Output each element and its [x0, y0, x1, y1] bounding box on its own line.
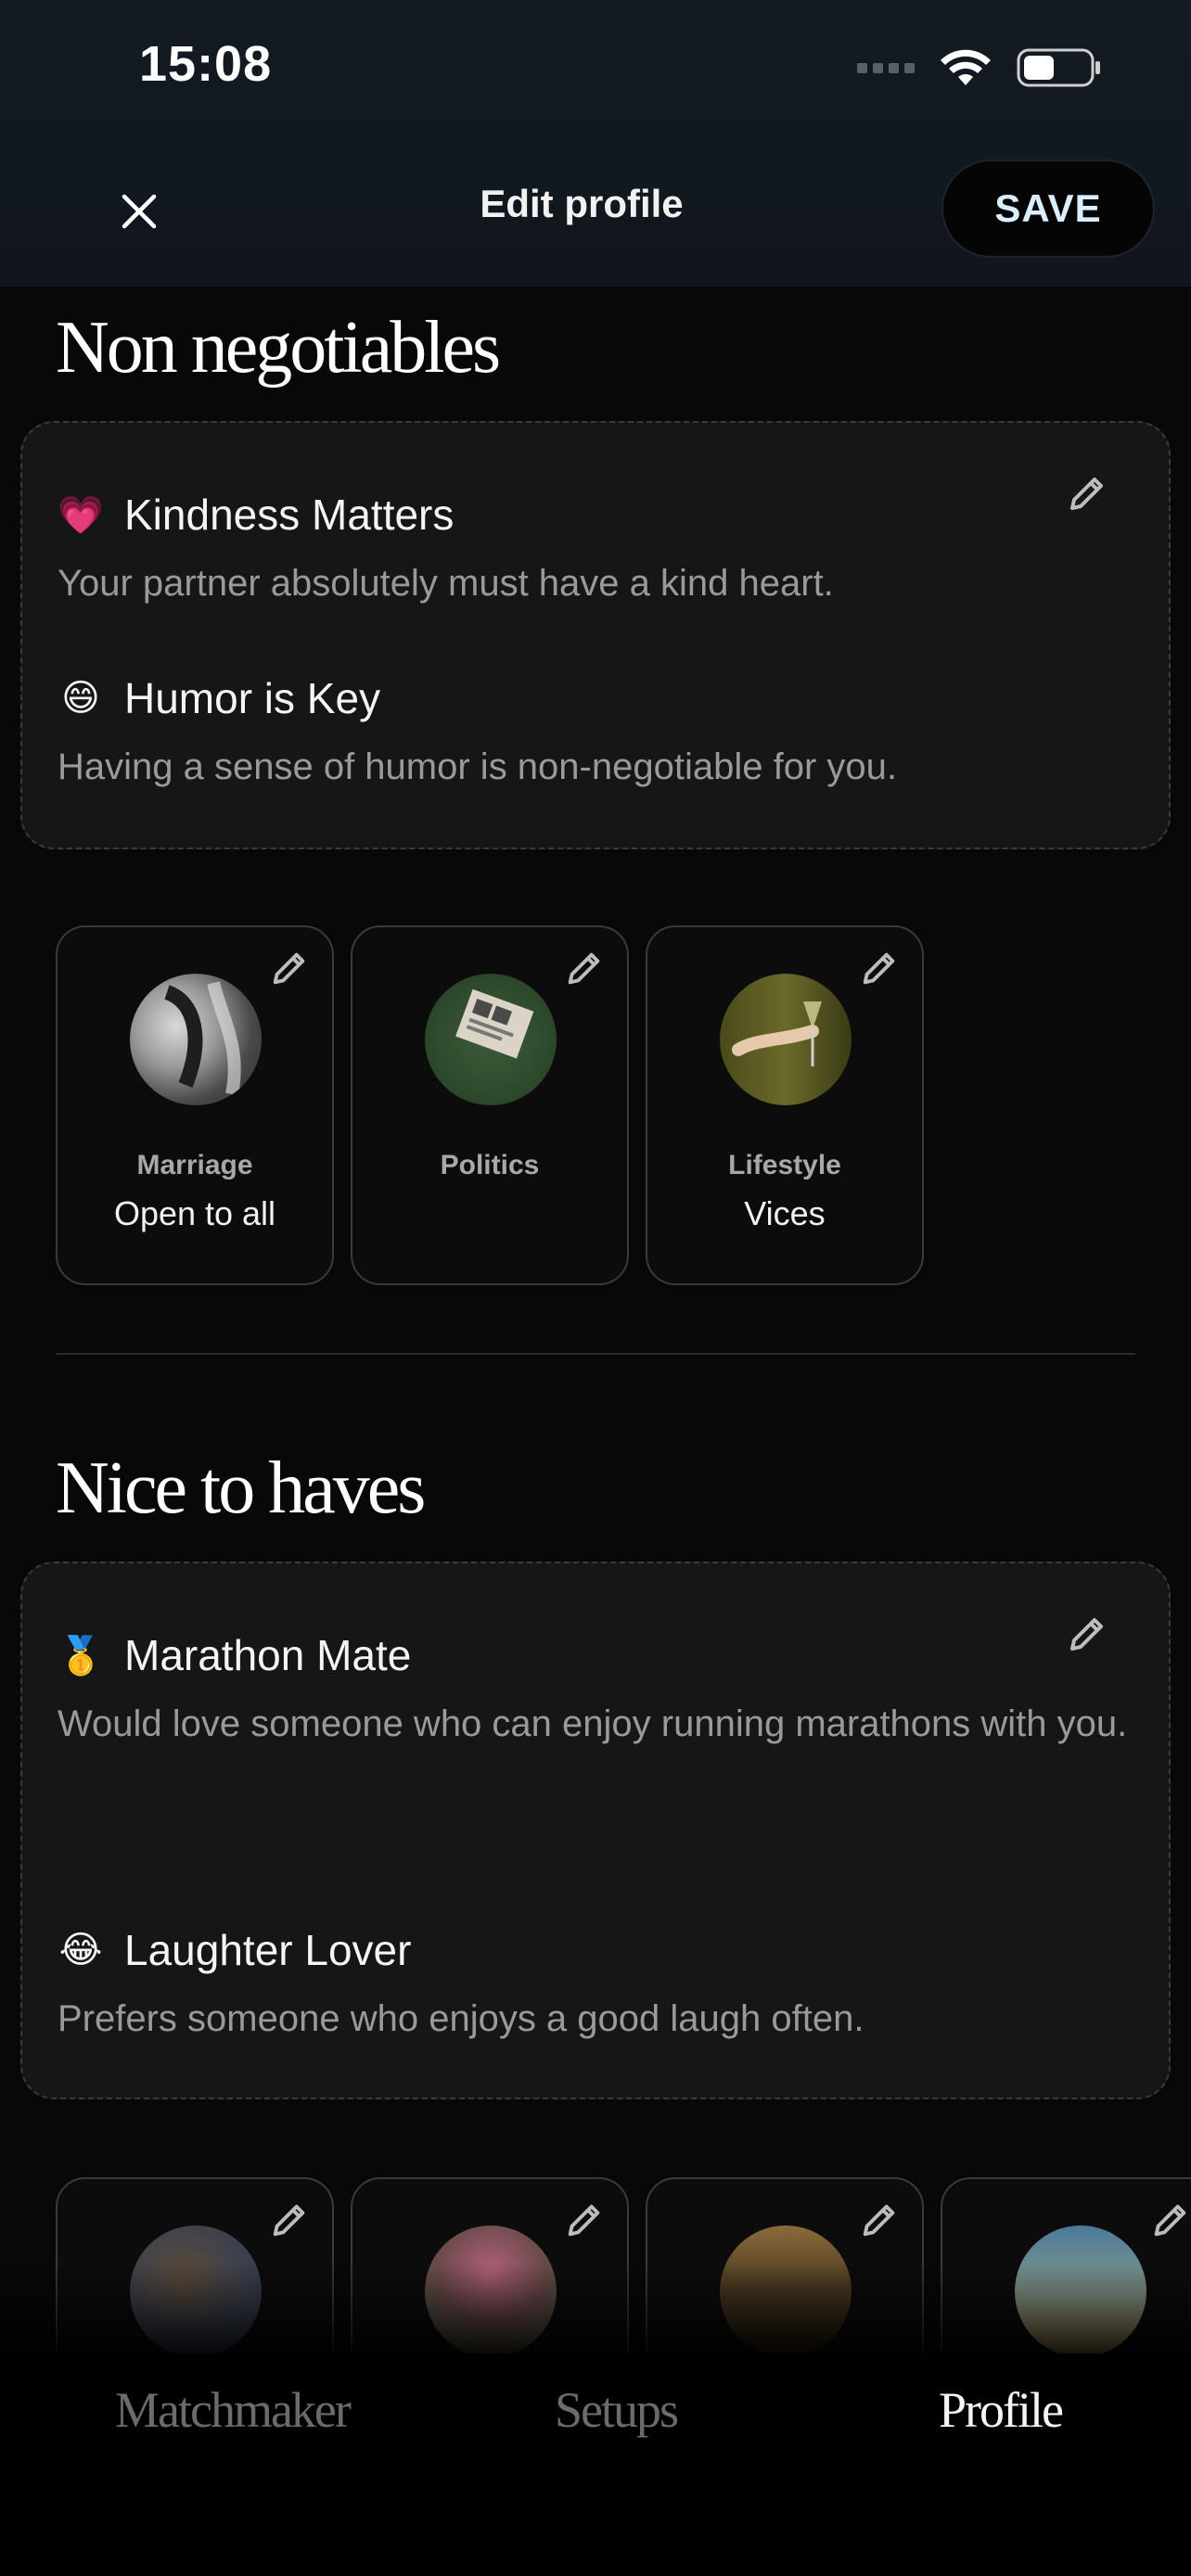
list-item: 🥇 Marathon Mate Would love someone who ca…: [58, 1630, 1132, 1751]
item-description: Would love someone who can enjoy running…: [58, 1703, 1128, 1744]
tile-politics[interactable]: Politics: [351, 925, 629, 1285]
item-title: Kindness Matters: [124, 491, 455, 539]
list-item: 💗 Kindness Matters Your partner absolutel…: [58, 490, 1132, 610]
item-title: Laughter Lover: [124, 1926, 412, 1974]
tile-marriage[interactable]: Marriage Open to all: [56, 925, 334, 1285]
tab-matchmaker[interactable]: Matchmaker: [115, 2381, 352, 2439]
heart-emoji-icon: 💗: [58, 494, 104, 536]
section-divider: [56, 1353, 1135, 1355]
item-title: Humor is Key: [124, 674, 381, 722]
nice-to-haves-heading: Nice to haves: [56, 1447, 426, 1529]
nice-to-haves-card: 🥇 Marathon Mate Would love someone who ca…: [20, 1562, 1171, 2099]
tab-profile[interactable]: Profile: [939, 2381, 1064, 2439]
pencil-icon[interactable]: [263, 2194, 315, 2246]
item-title: Marathon Mate: [124, 1631, 412, 1679]
non-negotiables-card: 💗 Kindness Matters Your partner absolutel…: [20, 421, 1171, 849]
pencil-icon[interactable]: [558, 2194, 610, 2246]
pencil-icon[interactable]: [263, 942, 315, 994]
tile-lifestyle[interactable]: Lifestyle Vices: [646, 925, 924, 1285]
tile-value: Open to all: [113, 1194, 276, 1232]
battery-icon: [1017, 48, 1102, 87]
lifestyle-photo: [720, 974, 852, 1105]
laughing-emoji-icon: 😂: [58, 1930, 103, 1970]
item-description: Having a sense of humor is non-negotiabl…: [58, 746, 897, 787]
marriage-photo: [130, 974, 262, 1105]
tab-setups[interactable]: Setups: [555, 2381, 679, 2439]
politics-photo: [425, 974, 557, 1105]
pencil-icon[interactable]: [558, 942, 610, 994]
tile-label: Lifestyle: [728, 1150, 841, 1180]
tabbar-fade: [0, 2263, 1191, 2355]
wifi-icon: [939, 48, 992, 87]
medal-emoji-icon: 🥇: [58, 1635, 104, 1677]
status-time: 15:08: [139, 36, 273, 92]
item-description: Prefers someone who enjoys a good laugh …: [58, 1998, 864, 2039]
tile-label: Marriage: [136, 1150, 253, 1180]
pencil-icon[interactable]: [1145, 2194, 1191, 2246]
list-item: 😄 Humor is Key Having a sense of humor is…: [58, 673, 1132, 794]
smile-emoji-icon: 😄: [61, 678, 100, 719]
list-item: 😂 Laughter Lover Prefers someone who enjo…: [58, 1925, 1132, 2046]
tile-value: Vices: [744, 1194, 826, 1232]
tile-label: Politics: [440, 1150, 540, 1180]
pencil-icon[interactable]: [853, 942, 905, 994]
item-description: Your partner absolutely must have a kind…: [58, 563, 834, 604]
non-negotiables-heading: Non negotiables: [56, 307, 501, 389]
signal-icon: [857, 62, 915, 73]
status-icons: [857, 48, 1102, 87]
save-button[interactable]: SAVE: [941, 159, 1155, 258]
pencil-icon[interactable]: [853, 2194, 905, 2246]
top-header: 15:08 Edit profile SAVE: [0, 0, 1191, 287]
